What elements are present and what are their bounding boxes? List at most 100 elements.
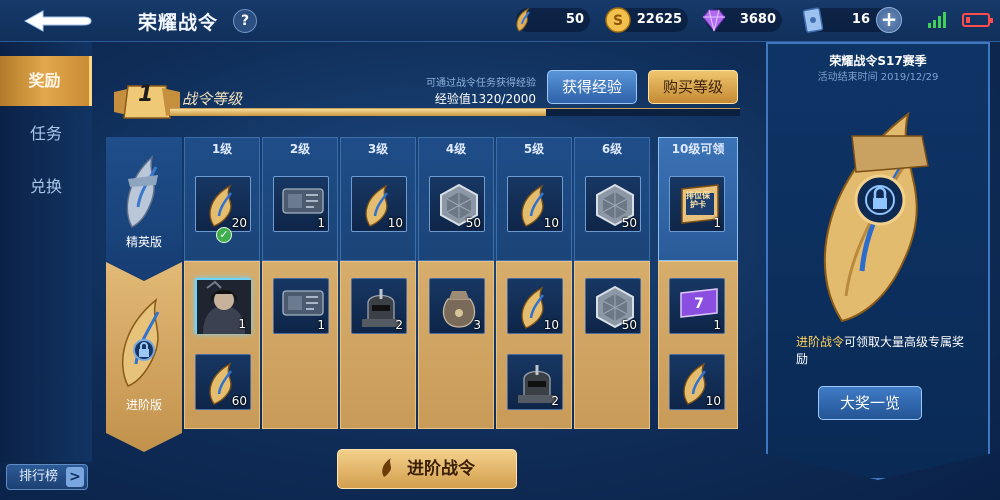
reward-column: 1级 20 ✓ 1 60	[184, 137, 260, 429]
reward-item[interactable]: 3	[429, 278, 485, 334]
elite-track-name: 精英版	[125, 235, 162, 249]
level-header: 1 战令等级 可通过战令任务获得经验 经验值1320/2000	[112, 70, 740, 122]
reward-count: 1	[317, 318, 325, 332]
top-bar: 荣耀战令 ? 50 S 22625 3680 16 +	[0, 0, 1000, 42]
back-arrow-icon	[23, 10, 92, 32]
elite-cell: 5级 10	[496, 137, 572, 261]
reward-item[interactable]: 10	[669, 354, 725, 410]
reward-item[interactable]: 1	[273, 278, 329, 334]
level-header-label: 2级	[289, 142, 311, 156]
level-header-label: 10级可领	[671, 142, 725, 156]
leaderboard-button[interactable]: 排行榜 >	[6, 464, 88, 490]
season-emblem-icon	[823, 111, 929, 323]
reward-item[interactable]: 排位保护卡 1	[669, 176, 725, 232]
currency-value: 16	[851, 12, 870, 27]
advanced-emblem-icon	[121, 297, 160, 387]
reward-count: 60	[231, 394, 247, 408]
reward-item[interactable]: 50	[585, 278, 641, 334]
tab-tasks[interactable]: 任务	[0, 109, 92, 159]
reward-count: 1	[713, 216, 721, 230]
elite-cell: 2级 1	[262, 137, 338, 261]
reward-item[interactable]: 60	[195, 354, 251, 410]
reward-count: 50	[621, 318, 637, 332]
reward-count: 1	[317, 216, 325, 230]
currency-value: 22625	[636, 12, 682, 27]
reward-item[interactable]: 10	[351, 176, 407, 232]
reward-item[interactable]: 10	[507, 278, 563, 334]
level-header-label: 1级	[211, 142, 233, 156]
currency-battlepass-token: 50	[516, 7, 590, 32]
reward-item[interactable]: 50	[585, 176, 641, 232]
gold-coin-icon: S	[605, 7, 631, 33]
currency-diamond: 3680	[702, 8, 782, 32]
leaderboard-label: 排行榜	[19, 469, 59, 484]
xp-hint: 可通过战令任务获得经验	[426, 78, 536, 89]
elite-cell: 10级可领排位保护卡 1	[658, 137, 738, 261]
advanced-cell: 10 2	[496, 261, 572, 429]
reward-column: 3级 10 2	[340, 137, 416, 429]
reward-column: 2级 1 1	[262, 137, 338, 429]
currency-gold: S 22625	[605, 7, 688, 33]
promo-highlight: 进阶战令	[796, 335, 845, 349]
advanced-track-label: 进阶版	[106, 262, 182, 452]
elite-emblem-icon	[126, 154, 158, 228]
buy-level-button[interactable]: 购买等级	[648, 70, 738, 104]
currency-value: 50	[565, 12, 584, 27]
reward-item[interactable]: 20 ✓	[195, 176, 251, 243]
claimed-check-icon: ✓	[216, 227, 232, 243]
reward-item[interactable]: 50	[429, 176, 485, 232]
tab-rewards[interactable]: 奖励	[0, 56, 92, 106]
back-button[interactable]	[8, 4, 106, 38]
reward-count: 10	[705, 394, 721, 408]
advanced-cell: 7 1 10	[658, 261, 738, 429]
reward-count: 50	[465, 216, 481, 230]
level-title: 战令等级	[182, 90, 243, 108]
chevron-right-icon: >	[66, 467, 84, 487]
help-button[interactable]: ?	[233, 9, 257, 33]
page-title: 荣耀战令	[138, 12, 219, 34]
level-number: 1	[138, 82, 154, 107]
currency-coupon: 16 +	[802, 7, 902, 33]
season-title: 荣耀战令S17赛季	[829, 54, 927, 68]
grand-prize-button[interactable]: 大奖一览	[818, 386, 922, 420]
elite-track-label: 精英版	[106, 137, 182, 280]
elite-cell: 1级 20 ✓	[184, 137, 260, 261]
signal-icon	[928, 12, 946, 28]
currency-value: 3680	[739, 12, 776, 27]
reward-column: 10级可领 排位保护卡 1 7 1 10	[658, 137, 738, 429]
reward-count: 1	[238, 317, 246, 331]
reward-column: 5级 10 10 2	[496, 137, 572, 429]
gain-xp-button[interactable]: 获得经验	[547, 70, 637, 104]
elite-cell: 6级 50	[574, 137, 650, 261]
reward-item[interactable]: 71	[669, 278, 725, 334]
elite-cell: 4级 50	[418, 137, 494, 261]
level-header-label: 4级	[445, 142, 467, 156]
reward-column: 4级 50 3	[418, 137, 494, 429]
reward-count: 20	[231, 216, 247, 230]
tab-exchange[interactable]: 兑换	[0, 162, 92, 212]
reward-item[interactable]: 1	[273, 176, 329, 232]
svg-text:7: 7	[694, 296, 704, 312]
advanced-cell: 1 60	[184, 261, 260, 429]
reward-item[interactable]: 1	[195, 278, 251, 334]
reward-count: 10	[543, 318, 559, 332]
reward-item[interactable]: 2	[507, 354, 563, 410]
card-text: 排位保护卡	[686, 191, 710, 209]
reward-column: 6级 50 50	[574, 137, 650, 429]
svg-text:S: S	[613, 13, 623, 29]
level-header-label: 5级	[523, 142, 545, 156]
reward-count: 50	[621, 216, 637, 230]
level-header-label: 3级	[367, 142, 389, 156]
reward-item[interactable]: 2	[351, 278, 407, 334]
advanced-cell: 3	[418, 261, 494, 429]
reward-count: 10	[387, 216, 403, 230]
left-nav: 奖励 任务 兑换	[0, 42, 92, 462]
season-panel: 荣耀战令S17赛季 活动结束时间 2019/12/29 进阶战令可领取大量高级专…	[766, 42, 990, 480]
reward-count: 10	[543, 216, 559, 230]
diamond-icon	[702, 9, 726, 32]
advance-button-label: 进阶战令	[406, 459, 475, 479]
reward-item[interactable]: 10	[507, 176, 563, 232]
reward-count: 1	[713, 318, 721, 332]
add-coupon-button[interactable]: +	[876, 7, 902, 33]
advance-battlepass-button[interactable]: 进阶战令	[337, 449, 517, 489]
